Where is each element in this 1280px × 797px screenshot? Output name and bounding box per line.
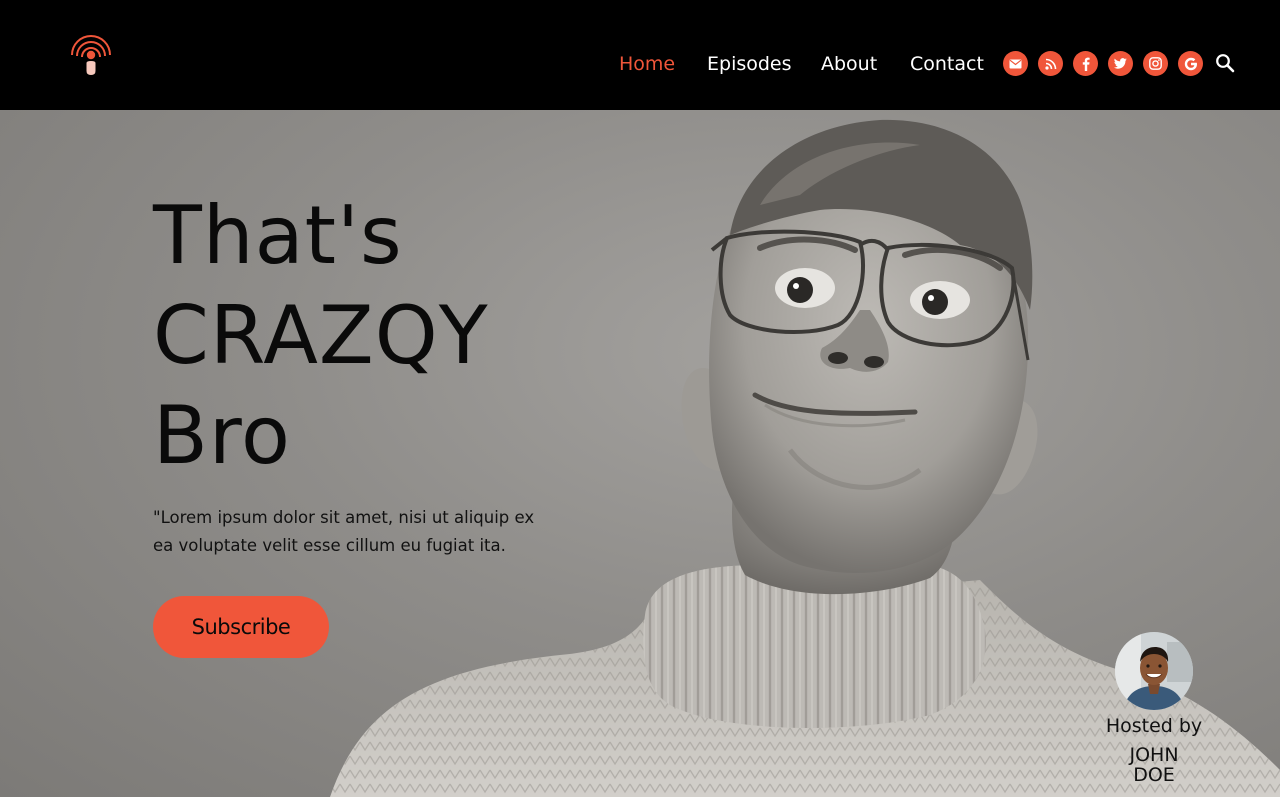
- hero-title: That's CRAZQY Bro: [153, 186, 673, 486]
- host-card: Hosted by JOHN DOE: [1098, 632, 1210, 785]
- instagram-icon[interactable]: [1143, 51, 1168, 76]
- hero-description: "Lorem ipsum dolor sit amet, nisi ut ali…: [153, 508, 535, 555]
- google-icon[interactable]: [1178, 51, 1203, 76]
- hero-section: That's CRAZQY Bro "Lorem ipsum dolor sit…: [0, 110, 1280, 797]
- host-label: Hosted by: [1105, 715, 1203, 737]
- twitter-icon[interactable]: [1108, 51, 1133, 76]
- nav-episodes[interactable]: Episodes: [707, 50, 792, 78]
- mail-icon[interactable]: [1003, 51, 1028, 76]
- host-name: JOHN DOE: [1129, 744, 1179, 786]
- search-icon[interactable]: [1213, 51, 1237, 75]
- nav-contact[interactable]: Contact: [910, 50, 984, 78]
- site-header: Home Episodes About Contact: [0, 0, 1280, 110]
- hero-title-line: CRAZQY: [153, 289, 489, 382]
- hero-title-line: Bro: [153, 389, 291, 482]
- facebook-icon[interactable]: [1073, 51, 1098, 76]
- hero-title-line: That's: [153, 189, 403, 282]
- nav-about[interactable]: About: [821, 50, 877, 78]
- avatar: [1115, 632, 1193, 710]
- subscribe-button[interactable]: Subscribe: [153, 596, 329, 658]
- rss-icon[interactable]: [1038, 51, 1063, 76]
- nav-home[interactable]: Home: [619, 50, 675, 78]
